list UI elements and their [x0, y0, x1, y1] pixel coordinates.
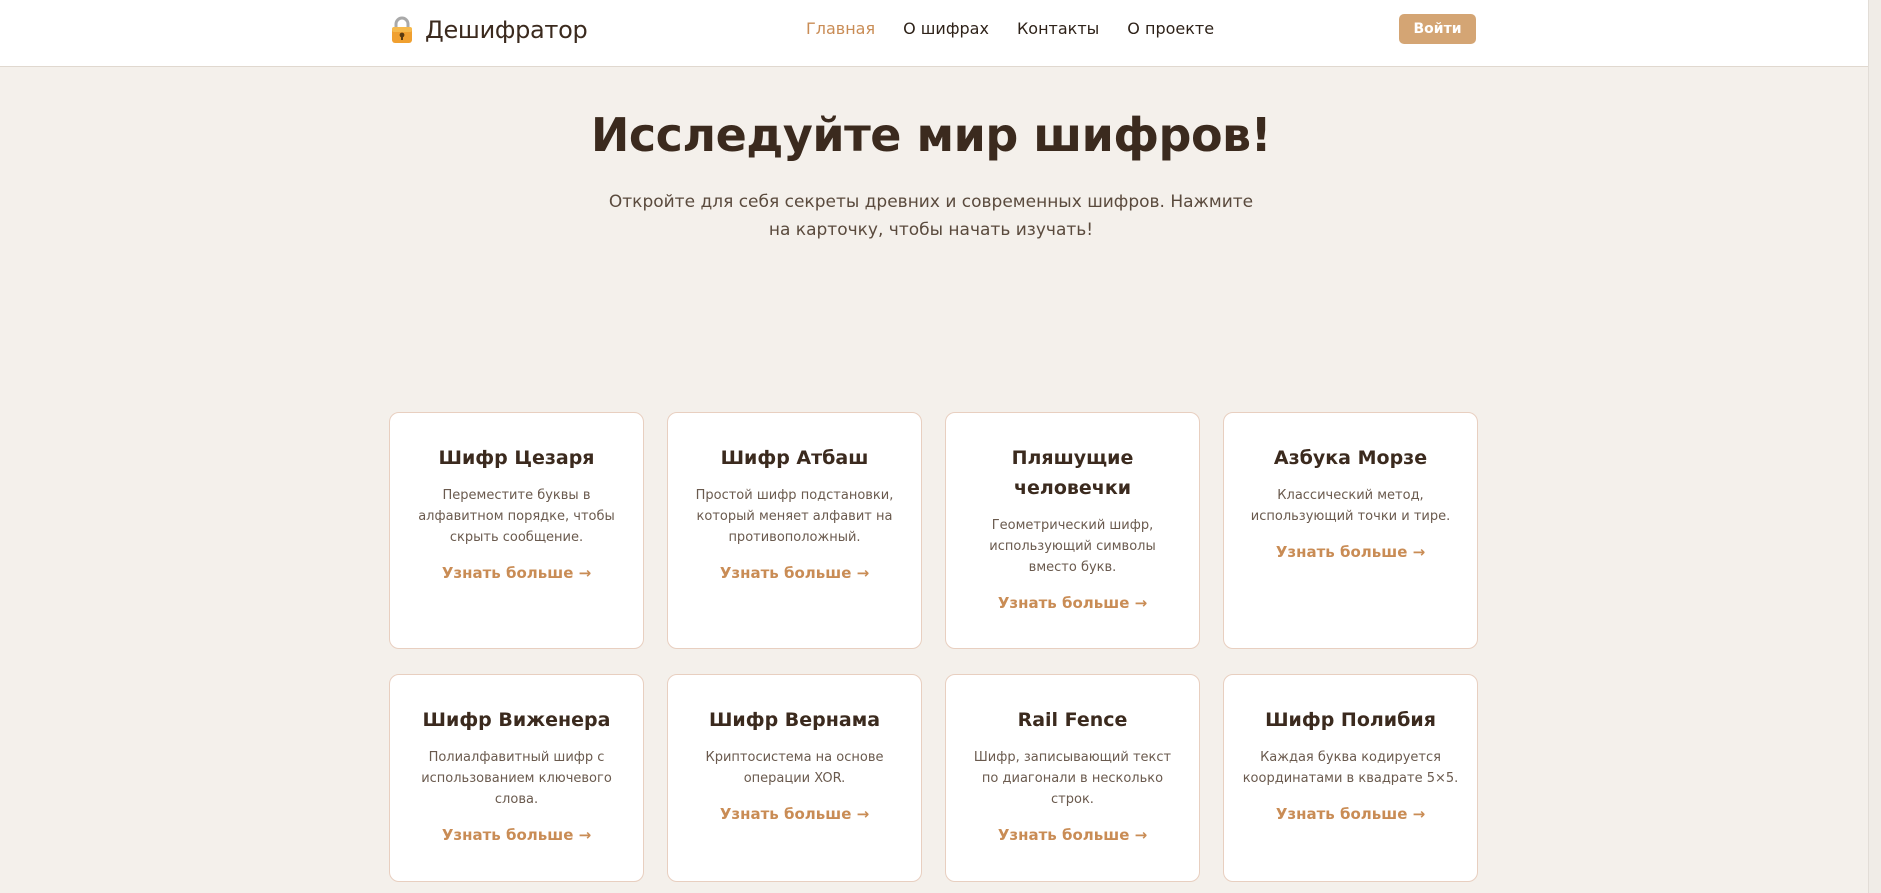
- card-description: Простой шифр подстановки, который меняет…: [695, 488, 894, 545]
- card-atbash[interactable]: Шифр Атбаш Простой шифр подстановки, кот…: [667, 412, 922, 649]
- card-description: Шифр, записывающий текст по диагонали в …: [973, 750, 1172, 807]
- card-title: Шифр Цезаря: [438, 447, 595, 469]
- vertical-scrollbar[interactable]: [1868, 0, 1881, 893]
- card-description: Полиалфавитный шифр с использованием клю…: [421, 750, 612, 807]
- login-button[interactable]: Войти: [1399, 14, 1476, 44]
- learn-more-link[interactable]: Узнать больше →: [998, 594, 1147, 612]
- card-description: Переместите буквы в алфавитном порядке, …: [418, 488, 615, 545]
- card-title: Пляшущие человечки: [1011, 447, 1134, 499]
- main-nav: Главная О шифрах Контакты О проекте: [806, 19, 1214, 38]
- nav-item-about-project[interactable]: О проекте: [1127, 19, 1214, 38]
- card-rail-fence[interactable]: Rail Fence Шифр, записывающий текст по д…: [945, 674, 1200, 882]
- card-dancing-men[interactable]: Пляшущие человечки Геометрический шифр, …: [945, 412, 1200, 649]
- nav-item-about-ciphers[interactable]: О шифрах: [903, 19, 989, 38]
- header-container: Дешифратор Главная О шифрах Контакты О п…: [389, 0, 1476, 66]
- learn-more-link[interactable]: Узнать больше →: [1276, 543, 1425, 561]
- card-description: Геометрический шифр, использующий символ…: [989, 518, 1156, 575]
- card-title: Шифр Вернама: [708, 709, 881, 731]
- card-polybius[interactable]: Шифр Полибия Каждая буква кодируется коо…: [1223, 674, 1478, 882]
- hero-subtitle: Откройте для себя секреты древних и совр…: [608, 192, 1254, 240]
- learn-more-link[interactable]: Узнать больше →: [720, 805, 869, 823]
- card-caesar[interactable]: Шифр Цезаря Переместите буквы в алфавитн…: [389, 412, 644, 649]
- card-vigenere[interactable]: Шифр Виженера Полиалфавитный шифр с испо…: [389, 674, 644, 882]
- card-title: Азбука Морзе: [1273, 447, 1428, 469]
- learn-more-link[interactable]: Узнать больше →: [442, 564, 591, 582]
- card-title: Rail Fence: [1017, 709, 1128, 731]
- nav-item-contacts[interactable]: Контакты: [1017, 19, 1099, 38]
- learn-more-link[interactable]: Узнать больше →: [998, 826, 1147, 844]
- logo[interactable]: Дешифратор: [389, 14, 588, 46]
- learn-more-link[interactable]: Узнать больше →: [442, 826, 591, 844]
- page: Дешифратор Главная О шифрах Контакты О п…: [0, 0, 1881, 893]
- card-title: Шифр Атбаш: [720, 447, 869, 469]
- card-title: Шифр Виженера: [422, 709, 611, 731]
- hero-title: Исследуйте мир шифров!: [590, 108, 1272, 162]
- card-description: Классический метод, использующий точки и…: [1250, 488, 1451, 524]
- card-description: Каждая буква кодируется координатами в к…: [1242, 750, 1459, 786]
- card-vernam[interactable]: Шифр Вернама Криптосистема на основе опе…: [667, 674, 922, 882]
- nav-item-home[interactable]: Главная: [806, 19, 875, 38]
- learn-more-link[interactable]: Узнать больше →: [1276, 805, 1425, 823]
- logo-text: Дешифратор: [425, 16, 588, 44]
- card-morse[interactable]: Азбука Морзе Классический метод, использ…: [1223, 412, 1478, 649]
- padlock-icon: [389, 15, 415, 45]
- card-description: Криптосистема на основе операции XOR.: [705, 750, 884, 786]
- site-header: Дешифратор Главная О шифрах Контакты О п…: [0, 0, 1881, 67]
- learn-more-link[interactable]: Узнать больше →: [720, 564, 869, 582]
- card-title: Шифр Полибия: [1265, 709, 1436, 731]
